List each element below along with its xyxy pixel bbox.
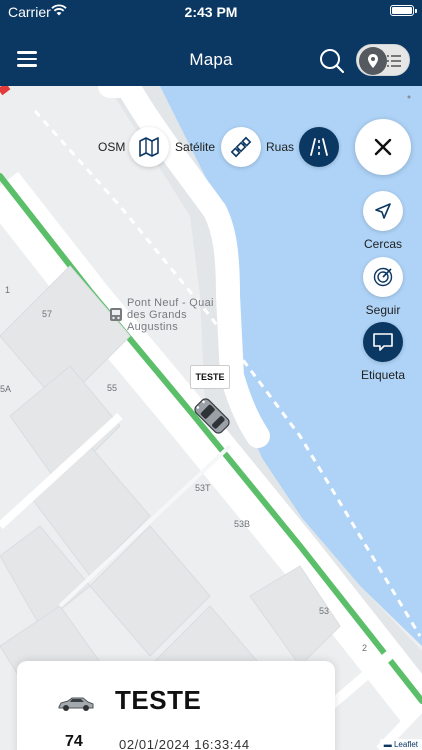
map-number-label: 1 [5,285,11,295]
map-attribution[interactable]: ▬ Leaflet [379,739,422,750]
list-icon [387,55,401,67]
close-button[interactable] [355,119,411,175]
place-label: Pont Neuf - Quai des Grands Augustins [127,297,214,333]
map-view[interactable]: 1 57 55 53T 53B 53 2 5A Pont Neuf - Quai… [0,86,422,750]
fences-label: Cercas [363,237,402,251]
navigation-arrow-icon [375,203,391,219]
map-number-label: 53B [234,519,251,529]
follow-button[interactable] [363,257,403,297]
map-number-label: 5A [0,384,12,394]
map-number-label: 53T [195,483,211,493]
layer-satellite-button[interactable] [221,127,261,167]
tag-button[interactable] [363,322,403,362]
vehicle-speed: 74 [65,733,83,750]
place-label-line: Augustins [127,321,179,333]
last-update-datetime: 02/01/2024 16:33:44 [119,737,250,750]
map-tiles [0,86,422,750]
top-bar: Carrier 2:43 PM Mapa [0,0,422,86]
layer-roads-label[interactable]: Ruas [266,140,294,154]
place-label-line: Pont Neuf - Quai [127,297,214,309]
map-number-label: 57 [42,309,53,319]
map-number-label: 55 [107,383,118,393]
layer-roads-button[interactable] [299,127,339,167]
vehicle-name: TESTE [115,685,202,715]
status-bar: Carrier 2:43 PM [0,0,422,24]
chat-bubble-icon [373,333,393,351]
app-screen: Carrier 2:43 PM Mapa 1 57 55 53T 53B 53 … [0,0,422,750]
map-list-toggle[interactable] [356,44,410,76]
road-icon [310,138,328,156]
tag-label: Etiqueta [360,368,406,382]
layer-osm-button[interactable] [129,127,169,167]
layer-satellite-label[interactable]: Satélite [175,140,215,154]
search-icon[interactable] [319,48,345,74]
vehicle-label-tag[interactable]: TESTE [190,365,230,389]
close-icon [374,138,392,156]
battery-icon [390,5,417,16]
map-number-label: 2 [362,643,368,653]
vehicle-card[interactable]: TESTE 74 02/01/2024 16:33:44 [17,661,335,750]
map-pin-icon [359,47,387,75]
attribution-text: Leaflet [393,740,418,749]
car-icon [58,697,94,711]
follow-label: Seguir [365,303,401,317]
flag-icon: ▬ [383,740,392,749]
target-icon [373,267,393,287]
layer-osm-label[interactable]: OSM [98,140,125,154]
map-icon [139,137,159,157]
map-number-label: 53 [319,606,330,616]
fences-button[interactable] [363,191,403,231]
clock: 2:43 PM [184,4,238,20]
place-label-line: des Grands [127,309,187,321]
satellite-icon [230,136,252,158]
